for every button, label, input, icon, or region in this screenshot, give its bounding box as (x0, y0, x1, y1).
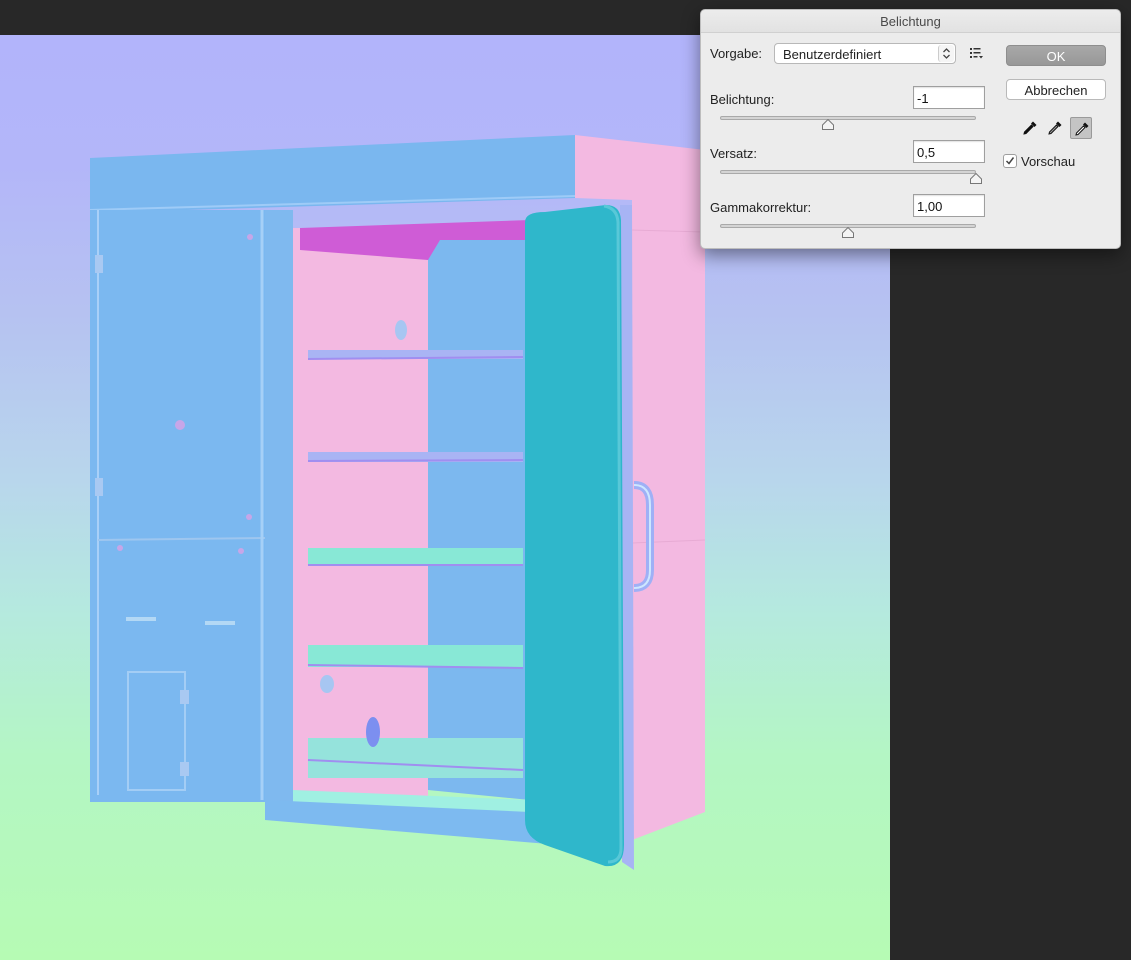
offset-slider-track[interactable] (720, 170, 976, 174)
gray-point-eyedropper-icon[interactable] (1044, 117, 1066, 139)
exposure-slider-thumb[interactable] (822, 119, 834, 130)
preset-options-icon[interactable] (970, 46, 984, 60)
chevron-up-down-icon (938, 45, 954, 62)
offset-input[interactable]: 0,5 (913, 140, 985, 163)
ok-button[interactable]: OK (1006, 45, 1106, 66)
exposure-label: Belichtung: (710, 92, 775, 107)
exposure-slider-track[interactable] (720, 116, 976, 120)
offset-slider-thumb[interactable] (970, 173, 982, 184)
preset-value: Benutzerdefiniert (783, 47, 882, 62)
preset-select[interactable]: Benutzerdefiniert (774, 43, 956, 64)
offset-label: Versatz: (710, 146, 757, 161)
dialog-title: Belichtung (880, 14, 941, 29)
white-point-eyedropper-icon[interactable] (1070, 117, 1092, 139)
cancel-button[interactable]: Abbrechen (1006, 79, 1106, 100)
exposure-input[interactable]: -1 (913, 86, 985, 109)
gamma-slider-thumb[interactable] (842, 227, 854, 238)
preview-checkbox[interactable] (1003, 154, 1017, 168)
preview-label: Vorschau (1021, 154, 1076, 169)
dialog-titlebar[interactable]: Belichtung (701, 10, 1120, 33)
exposure-dialog: Belichtung Vorgabe: Benutzerdefiniert Be… (700, 9, 1121, 249)
black-point-eyedropper-icon[interactable] (1019, 117, 1041, 139)
preset-label: Vorgabe: (710, 46, 763, 61)
gamma-input[interactable]: 1,00 (913, 194, 985, 217)
gamma-label: Gammakorrektur: (710, 200, 812, 215)
